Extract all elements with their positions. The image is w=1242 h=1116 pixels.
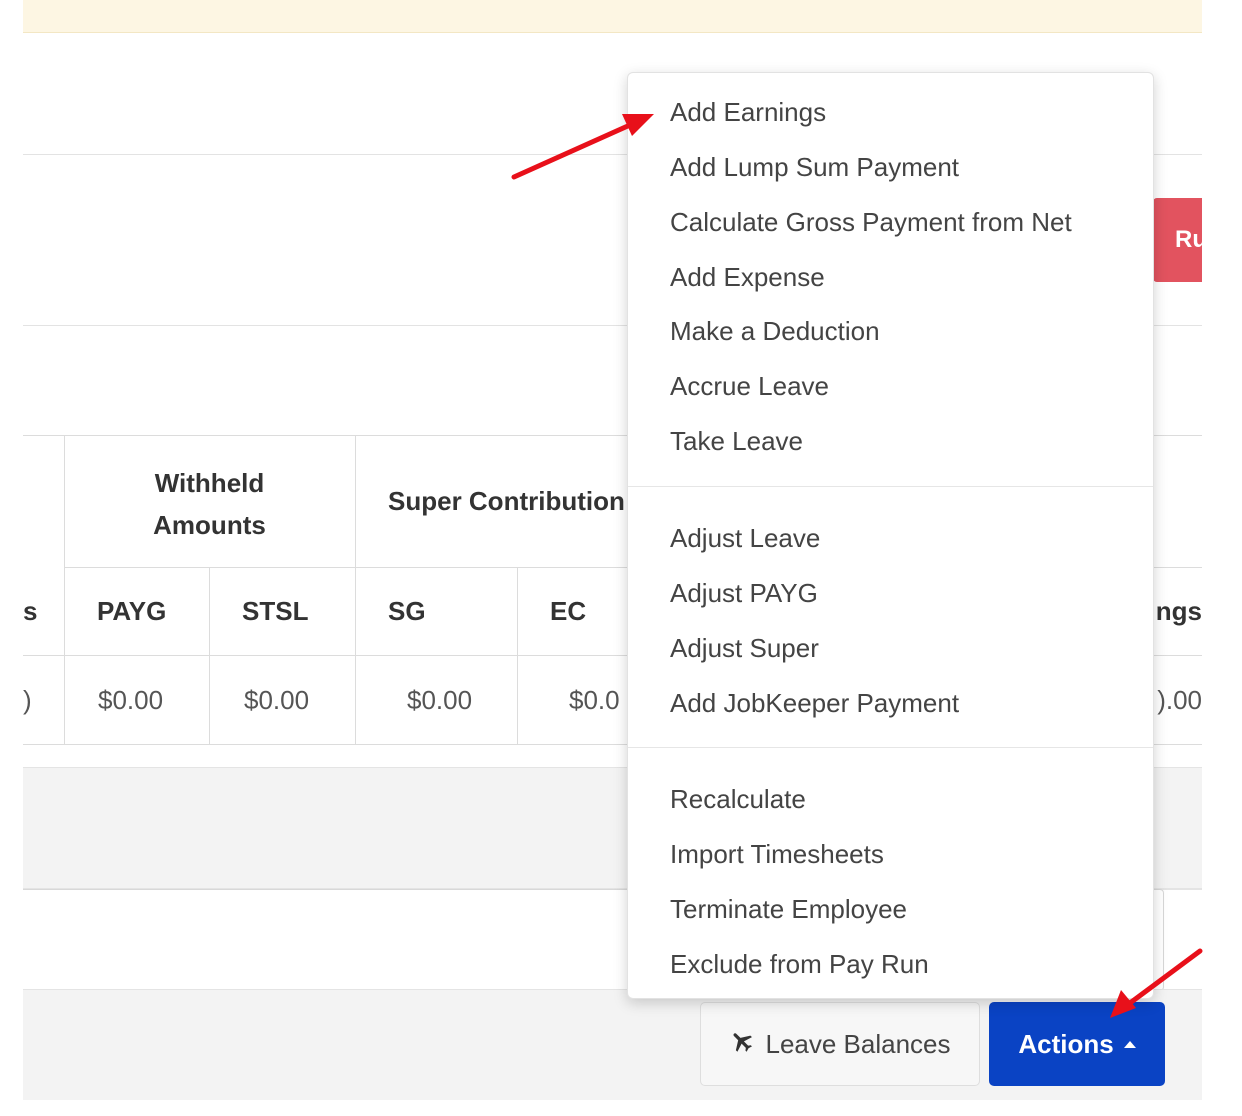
cell-value: $0.00: [407, 684, 473, 715]
plane-icon: [729, 1028, 755, 1061]
cell-value: $0.0: [569, 684, 620, 715]
col-header-partial-label: s: [23, 595, 38, 626]
pay-run-button-label: Ru: [1175, 226, 1202, 253]
actions-label: Actions: [1018, 1028, 1114, 1059]
col-header-stsl: STSL: [242, 567, 355, 655]
menu-item-adjust-payg[interactable]: Adjust PAYG: [670, 576, 818, 610]
cell-value: $0.00: [98, 684, 164, 715]
menu-item-add-jobkeeper-payment[interactable]: Add JobKeeper Payment: [670, 686, 959, 720]
col-header-ec: EC: [550, 567, 627, 655]
leave-balances-label: Leave Balances: [765, 1028, 951, 1059]
menu-item-exclude-from-pay-run[interactable]: Exclude from Pay Run: [670, 947, 929, 981]
menu-item-import-timesheets[interactable]: Import Timesheets: [670, 837, 884, 871]
withheld-header-line1: Withheld: [154, 468, 265, 498]
cell-value: ).00: [1157, 684, 1202, 715]
cell-value: $0.00: [244, 684, 310, 715]
col-header-payg-label: PAYG: [97, 595, 167, 626]
table-cell-sg: $0.00: [407, 656, 517, 744]
menu-item-adjust-super[interactable]: Adjust Super: [670, 631, 819, 665]
col-header-sg: SG: [388, 567, 517, 655]
menu-item-add-lump-sum-payment[interactable]: Add Lump Sum Payment: [670, 150, 959, 184]
table-cell: ): [23, 656, 64, 744]
col-header-stsl-label: STSL: [242, 595, 309, 626]
col-header-partial: s: [23, 567, 64, 655]
super-contribution-header: Super Contribution: [388, 436, 658, 567]
super-contribution-label: Super Contribution: [388, 486, 625, 516]
menu-item-adjust-leave[interactable]: Adjust Leave: [670, 521, 820, 555]
menu-item-make-deduction[interactable]: Make a Deduction: [670, 314, 880, 348]
col-header-payg: PAYG: [97, 567, 209, 655]
menu-item-calculate-gross-from-net[interactable]: Calculate Gross Payment from Net: [670, 205, 1072, 239]
col-divider: [355, 436, 356, 744]
cell-value: ): [23, 684, 32, 715]
menu-item-terminate-employee[interactable]: Terminate Employee: [670, 892, 907, 926]
menu-item-add-expense[interactable]: Add Expense: [670, 260, 825, 294]
warning-banner: [23, 0, 1202, 33]
menu-item-accrue-leave[interactable]: Accrue Leave: [670, 369, 829, 403]
table-cell-stsl: $0.00: [244, 656, 355, 744]
caret-up-icon: [1123, 1040, 1136, 1048]
menu-item-add-earnings[interactable]: Add Earnings: [670, 95, 826, 129]
table-cell-payg: $0.00: [98, 656, 209, 744]
actions-button[interactable]: Actions: [989, 1002, 1165, 1086]
col-header-earnings-partial-label: ings: [1148, 595, 1202, 626]
col-header-sg-label: SG: [388, 595, 426, 626]
menu-divider: [628, 747, 1153, 748]
menu-divider: [628, 486, 1153, 487]
menu-item-recalculate[interactable]: Recalculate: [670, 782, 806, 816]
leave-balances-button[interactable]: Leave Balances: [700, 1002, 980, 1086]
actions-dropdown-menu: Add Earnings Add Lump Sum Payment Calcul…: [627, 72, 1154, 999]
pay-run-button[interactable]: Ru: [1153, 198, 1202, 282]
withheld-amounts-header: Withheld Amounts: [64, 454, 355, 554]
col-header-ec-label: EC: [550, 595, 587, 626]
menu-item-take-leave[interactable]: Take Leave: [670, 424, 803, 458]
withheld-header-line2: Amounts: [153, 510, 266, 540]
